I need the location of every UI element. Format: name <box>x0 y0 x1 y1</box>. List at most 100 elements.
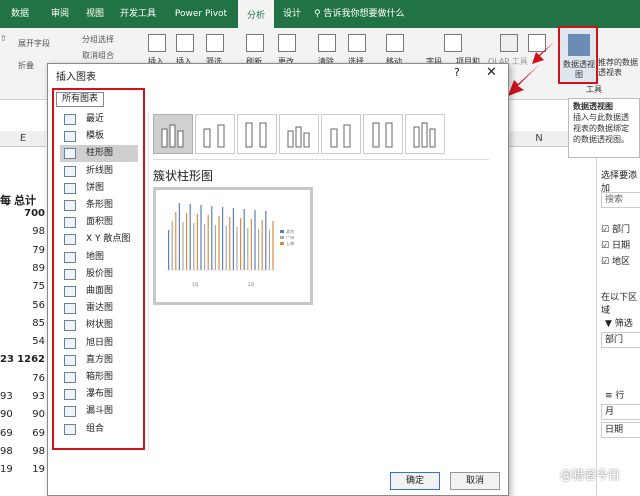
tab-review[interactable]: 审阅 <box>42 0 78 28</box>
subtype-3d-column[interactable] <box>405 114 445 154</box>
total-cell[interactable]: 75 <box>0 281 45 292</box>
left-cell[interactable]: 23 <box>0 354 14 365</box>
insert-slicer-icon[interactable] <box>148 34 166 52</box>
chart-type-item[interactable]: 瀑布图 <box>60 386 138 403</box>
field-item-dept[interactable]: ☑ 部门 <box>601 222 630 235</box>
collapse-field-button[interactable]: 折叠 <box>18 60 34 71</box>
help-button[interactable]: ? <box>454 66 460 79</box>
tell-me-box[interactable]: ⚲ 告诉我你想要做什么 <box>314 0 404 28</box>
tab-design[interactable]: 设计 <box>278 0 306 28</box>
preview-bar <box>211 206 213 270</box>
subtype-3d-stacked[interactable] <box>321 114 361 154</box>
cancel-button[interactable]: 取消 <box>450 472 500 490</box>
change-source-icon[interactable] <box>278 34 296 52</box>
rows-icon: ≡ <box>605 391 613 401</box>
close-button[interactable]: ✕ <box>486 65 497 80</box>
3d-column-icon <box>413 122 436 148</box>
total-cell[interactable]: 700 <box>0 208 45 219</box>
field-item-region[interactable]: ☑ 地区 <box>601 254 630 267</box>
header-cell-left[interactable]: 每 <box>0 192 11 208</box>
preview-bar <box>207 215 209 270</box>
filter-connections-icon[interactable] <box>206 34 224 52</box>
ungroup-button[interactable]: 取消组合 <box>82 50 114 61</box>
tab-data[interactable]: 数据 <box>2 0 38 28</box>
chart-type-item[interactable]: 组合 <box>60 421 138 438</box>
chart-type-item[interactable]: 最近 <box>60 111 138 128</box>
total-cell[interactable]: 98 <box>0 226 45 237</box>
total-cell[interactable]: 89 <box>0 263 45 274</box>
chart-type-item[interactable]: 漏斗图 <box>60 403 138 420</box>
tab-power-pivot[interactable]: Power Pivot <box>168 0 234 28</box>
field-search-input[interactable]: 搜索 <box>601 192 640 208</box>
chart-type-item[interactable]: 折线图 <box>60 163 138 180</box>
chart-type-item[interactable]: 树状图 <box>60 317 138 334</box>
chart-type-item[interactable]: 箱形图 <box>60 369 138 386</box>
tab-all-charts[interactable]: 所有图表 <box>56 92 104 107</box>
chart-type-label: 饼图 <box>86 182 105 193</box>
preview-bar <box>175 212 177 270</box>
total-cell[interactable]: 79 <box>0 245 45 256</box>
row-field-month[interactable]: 月 <box>601 404 640 420</box>
chart-type-label: 面积图 <box>86 217 114 228</box>
chart-type-icon <box>64 406 76 418</box>
subtype-100-stacked-column[interactable] <box>237 114 277 154</box>
chart-type-item[interactable]: 雷达图 <box>60 300 138 317</box>
ok-button[interactable]: 确定 <box>390 472 440 490</box>
tab-view[interactable]: 视图 <box>80 0 110 28</box>
subtype-3d-100-stacked[interactable] <box>363 114 403 154</box>
left-cell[interactable]: 98 <box>0 446 13 457</box>
subtype-3d-clustered[interactable] <box>279 114 319 154</box>
tab-analyze[interactable]: 分析 <box>238 0 274 28</box>
chart-type-item[interactable]: X Y 散点图 <box>60 231 138 248</box>
chart-type-item[interactable]: 柱形图 <box>60 145 138 163</box>
preview-bar <box>254 210 256 270</box>
clear-icon[interactable] <box>318 34 336 52</box>
chart-type-label: 最近 <box>86 114 105 124</box>
chart-type-item[interactable]: 股价图 <box>60 266 138 283</box>
chart-type-item[interactable]: 地图 <box>60 249 138 266</box>
left-cell[interactable]: 19 <box>0 464 13 475</box>
chart-type-item[interactable]: 条形图 <box>60 197 138 214</box>
select-icon[interactable] <box>348 34 366 52</box>
pivot-chart-tooltip: 数据透视图 插入与此数据透视表的数据绑定的数据透视图。 <box>568 98 640 158</box>
field-item-date[interactable]: ☑ 日期 <box>601 238 630 251</box>
chart-preview[interactable]: 北京 广州 上海 1月 2月 <box>153 187 313 305</box>
move-pivot-icon[interactable] <box>386 34 404 52</box>
column-header-n[interactable]: N <box>509 131 569 147</box>
refresh-icon[interactable] <box>246 34 264 52</box>
tab-developer[interactable]: 开发工具 <box>112 0 164 28</box>
left-cell[interactable]: 93 <box>0 391 13 402</box>
recommended-pivot-button[interactable]: 推荐的数据透视表 <box>598 58 640 78</box>
subtype-clustered-column[interactable] <box>153 114 193 154</box>
checkbox-checked-icon[interactable]: ☑ <box>601 241 609 251</box>
column-header-e[interactable]: E <box>0 131 46 147</box>
chart-type-item[interactable]: 曲面图 <box>60 283 138 300</box>
checkbox-checked-icon[interactable]: ☑ <box>601 257 609 267</box>
row-field-date[interactable]: 日期 <box>601 422 640 438</box>
pivot-chart-button[interactable]: 数据透视图 <box>558 26 598 84</box>
total-cell[interactable]: 54 <box>0 336 45 347</box>
group-selection-button[interactable]: 分组选择 <box>82 34 114 45</box>
checkbox-checked-icon[interactable]: ☑ <box>601 225 609 235</box>
left-cell[interactable]: 90 <box>0 409 13 420</box>
chart-type-icon <box>64 182 76 194</box>
chart-type-item[interactable]: 面积图 <box>60 214 138 231</box>
left-cell[interactable]: 69 <box>0 428 13 439</box>
total-cell[interactable]: 76 <box>0 373 45 384</box>
subtype-stacked-column[interactable] <box>195 114 235 154</box>
insert-timeline-icon[interactable] <box>176 34 194 52</box>
expand-field-button[interactable]: 展开字段 <box>18 38 50 49</box>
chart-type-item[interactable]: 模板 <box>60 128 138 145</box>
chart-type-item[interactable]: 直方图 <box>60 352 138 369</box>
chart-type-item[interactable]: 旭日图 <box>60 335 138 352</box>
preview-bar <box>200 205 202 270</box>
olap-tools-icon[interactable] <box>500 34 518 52</box>
filter-field-item[interactable]: 部门 <box>601 332 640 348</box>
header-cell-total[interactable]: 总计 <box>14 192 36 208</box>
fields-items-icon[interactable] <box>444 34 462 52</box>
total-cell[interactable]: 85 <box>0 318 45 329</box>
chart-type-item[interactable]: 饼图 <box>60 180 138 197</box>
clustered-column-icon <box>161 124 184 148</box>
total-cell[interactable]: 56 <box>0 300 45 311</box>
tools-group-label: 工具 <box>586 85 602 94</box>
